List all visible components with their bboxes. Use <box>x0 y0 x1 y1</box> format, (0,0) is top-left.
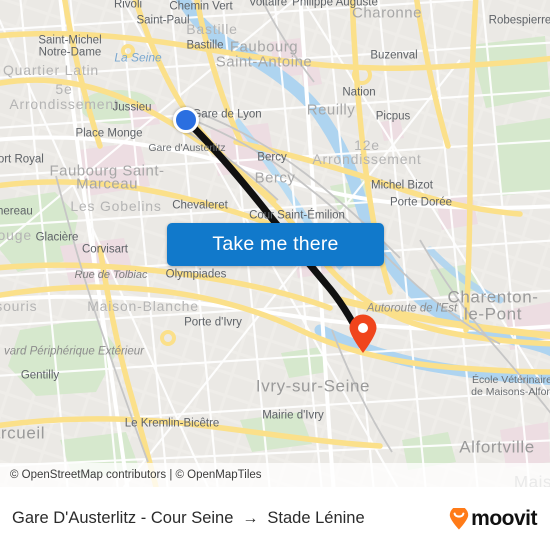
map-canvas[interactable]: Rivoli Chemin Vert Voltaire Philippe August… <box>0 0 550 487</box>
map-attribution: © OpenStreetMap contributors | © OpenMap… <box>0 463 550 487</box>
arrow-right-icon: → <box>242 509 259 527</box>
moovit-logo[interactable]: moovit <box>449 507 550 531</box>
moovit-wordmark: moovit <box>471 506 537 530</box>
trip-destination-label: Stade Lénine <box>267 509 365 527</box>
destination-marker[interactable] <box>348 314 378 354</box>
origin-marker[interactable] <box>173 107 199 133</box>
trip-summary: Gare D'Austerlitz - Cour Seine → Stade L… <box>0 509 449 528</box>
trip-origin-label: Gare D'Austerlitz - Cour Seine <box>12 509 234 527</box>
destination-pin-icon <box>349 314 377 353</box>
trip-footer: Gare D'Austerlitz - Cour Seine → Stade L… <box>0 487 550 550</box>
moovit-trip-map-screen: Rivoli Chemin Vert Voltaire Philippe August… <box>0 0 550 550</box>
attribution-text[interactable]: © OpenStreetMap contributors | © OpenMap… <box>0 469 262 481</box>
moovit-pin-icon <box>449 507 469 529</box>
take-me-there-button[interactable]: Take me there <box>167 223 384 266</box>
